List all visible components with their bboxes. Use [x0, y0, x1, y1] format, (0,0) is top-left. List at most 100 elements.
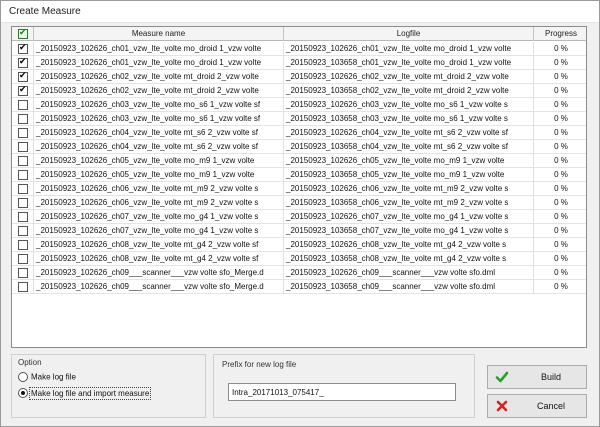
logfile-cell: _20150923_102626_ch07_vzw_lte_volte mo_g…: [284, 210, 534, 224]
row-select-cell[interactable]: [12, 126, 34, 140]
radio-button[interactable]: [18, 388, 28, 398]
option-group-title: Option: [18, 358, 42, 367]
prefix-input[interactable]: [228, 383, 456, 401]
progress-cell: 0 %: [554, 198, 568, 207]
logfile-cell: _20150923_103658_ch09___scanner___vzw vo…: [284, 280, 534, 294]
progress-cell: 0 %: [554, 184, 568, 193]
measure-name-cell: _20150923_102626_ch01_vzw_lte_volte mo_d…: [34, 56, 284, 70]
row-select-cell[interactable]: [12, 84, 34, 98]
logfile-cell: _20150923_103658_ch06_vzw_lte_volte mt_m…: [284, 196, 534, 210]
logfile-cell: _20150923_103658_ch05_vzw_lte_volte mo_m…: [284, 168, 534, 182]
row-select-cell[interactable]: [12, 140, 34, 154]
radio-make-log-file[interactable]: Make log file: [18, 372, 76, 382]
measure-name-cell: _20150923_102626_ch03_vzw_lte_volte mo_s…: [34, 112, 284, 126]
radio-make-log-file-and-import[interactable]: Make log file and import measure: [18, 386, 152, 400]
logfile-cell: _20150923_102626_ch04_vzw_lte_volte mt_s…: [284, 126, 534, 140]
row-select-cell[interactable]: [12, 42, 34, 56]
row-select-cell[interactable]: [12, 56, 34, 70]
measure-name-cell: _20150923_102626_ch06_vzw_lte_volte mt_m…: [34, 182, 284, 196]
measure-table: Measure name Logfile Progress _20150923_…: [11, 26, 587, 348]
column-header-measure-name[interactable]: Measure name: [34, 27, 284, 41]
row-checkbox[interactable]: [18, 128, 28, 138]
table-row[interactable]: _20150923_102626_ch05_vzw_lte_volte mo_m…: [12, 168, 586, 182]
progress-cell: 0 %: [554, 226, 568, 235]
column-header-progress[interactable]: Progress: [534, 27, 586, 41]
row-checkbox[interactable]: [18, 268, 28, 278]
progress-cell: 0 %: [554, 240, 568, 249]
table-row[interactable]: _20150923_102626_ch06_vzw_lte_volte mt_m…: [12, 182, 586, 196]
table-row[interactable]: _20150923_102626_ch08_vzw_lte_volte mt_g…: [12, 238, 586, 252]
row-checkbox[interactable]: [18, 254, 28, 264]
table-row[interactable]: _20150923_102626_ch03_vzw_lte_volte mo_s…: [12, 112, 586, 126]
table-row[interactable]: _20150923_102626_ch07_vzw_lte_volte mo_g…: [12, 224, 586, 238]
row-select-cell[interactable]: [12, 266, 34, 280]
row-checkbox[interactable]: [18, 198, 28, 208]
row-checkbox[interactable]: [18, 85, 28, 96]
row-select-cell[interactable]: [12, 196, 34, 210]
measure-name-cell: _20150923_102626_ch08_vzw_lte_volte mt_g…: [34, 238, 284, 252]
row-select-cell[interactable]: [12, 182, 34, 196]
progress-cell: 0 %: [554, 170, 568, 179]
option-group: Option Make log file Make log file and i…: [11, 354, 206, 418]
row-checkbox[interactable]: [18, 156, 28, 166]
table-row[interactable]: _20150923_102626_ch02_vzw_lte_volte mt_d…: [12, 84, 586, 98]
row-checkbox[interactable]: [18, 282, 28, 292]
bottom-panel: Option Make log file Make log file and i…: [11, 354, 587, 421]
row-select-cell[interactable]: [12, 98, 34, 112]
table-row[interactable]: _20150923_102626_ch02_vzw_lte_volte mt_d…: [12, 70, 586, 84]
table-row[interactable]: _20150923_102626_ch07_vzw_lte_volte mo_g…: [12, 210, 586, 224]
create-measure-dialog: Create Measure Measure name Logfile Prog…: [0, 0, 600, 427]
checkmark-icon: [495, 371, 509, 383]
cancel-button[interactable]: Cancel: [487, 394, 587, 418]
column-header-logfile[interactable]: Logfile: [284, 27, 534, 41]
row-select-cell[interactable]: [12, 70, 34, 84]
table-row[interactable]: _20150923_102626_ch04_vzw_lte_volte mt_s…: [12, 126, 586, 140]
progress-cell: 0 %: [554, 282, 568, 291]
table-row[interactable]: _20150923_102626_ch01_vzw_lte_volte mo_d…: [12, 56, 586, 70]
row-checkbox[interactable]: [18, 142, 28, 152]
progress-cell: 0 %: [554, 254, 568, 263]
row-select-cell[interactable]: [12, 210, 34, 224]
progress-cell: 0 %: [554, 156, 568, 165]
build-button[interactable]: Build: [487, 365, 587, 389]
measure-name-cell: _20150923_102626_ch07_vzw_lte_volte mo_g…: [34, 210, 284, 224]
logfile-cell: _20150923_103658_ch01_vzw_lte_volte mo_d…: [284, 56, 534, 70]
progress-cell: 0 %: [554, 100, 568, 109]
row-select-cell[interactable]: [12, 252, 34, 266]
row-select-cell[interactable]: [12, 168, 34, 182]
measure-name-cell: _20150923_102626_ch03_vzw_lte_volte mo_s…: [34, 98, 284, 112]
progress-cell: 0 %: [554, 142, 568, 151]
table-row[interactable]: _20150923_102626_ch09___scanner___vzw vo…: [12, 280, 586, 294]
table-row[interactable]: _20150923_102626_ch08_vzw_lte_volte mt_g…: [12, 252, 586, 266]
prefix-group: Prefix for new log file: [213, 354, 475, 418]
row-select-cell[interactable]: [12, 154, 34, 168]
row-select-cell[interactable]: [12, 238, 34, 252]
logfile-cell: _20150923_102626_ch03_vzw_lte_volte mo_s…: [284, 98, 534, 112]
row-checkbox[interactable]: [18, 57, 28, 68]
row-checkbox[interactable]: [18, 184, 28, 194]
row-checkbox[interactable]: [18, 114, 28, 124]
table-row[interactable]: _20150923_102626_ch03_vzw_lte_volte mo_s…: [12, 98, 586, 112]
table-row[interactable]: _20150923_102626_ch06_vzw_lte_volte mt_m…: [12, 196, 586, 210]
row-checkbox[interactable]: [18, 212, 28, 222]
table-row[interactable]: _20150923_102626_ch05_vzw_lte_volte mo_m…: [12, 154, 586, 168]
table-row[interactable]: _20150923_102626_ch09___scanner___vzw vo…: [12, 266, 586, 280]
measure-name-cell: _20150923_102626_ch04_vzw_lte_volte mt_s…: [34, 140, 284, 154]
select-all-header[interactable]: [12, 27, 34, 41]
row-checkbox[interactable]: [18, 71, 28, 82]
prefix-title: Prefix for new log file: [222, 360, 297, 369]
dialog-title: Create Measure: [9, 6, 81, 17]
row-checkbox[interactable]: [18, 43, 28, 54]
row-checkbox[interactable]: [18, 240, 28, 250]
row-select-cell[interactable]: [12, 224, 34, 238]
select-all-checkbox[interactable]: [18, 28, 28, 39]
row-checkbox[interactable]: [18, 100, 28, 110]
row-checkbox[interactable]: [18, 170, 28, 180]
table-row[interactable]: _20150923_102626_ch01_vzw_lte_volte mo_d…: [12, 42, 586, 56]
row-select-cell[interactable]: [12, 280, 34, 294]
row-select-cell[interactable]: [12, 112, 34, 126]
logfile-cell: _20150923_103658_ch02_vzw_lte_volte mt_d…: [284, 84, 534, 98]
row-checkbox[interactable]: [18, 226, 28, 236]
radio-button[interactable]: [18, 372, 28, 382]
table-row[interactable]: _20150923_102626_ch04_vzw_lte_volte mt_s…: [12, 140, 586, 154]
